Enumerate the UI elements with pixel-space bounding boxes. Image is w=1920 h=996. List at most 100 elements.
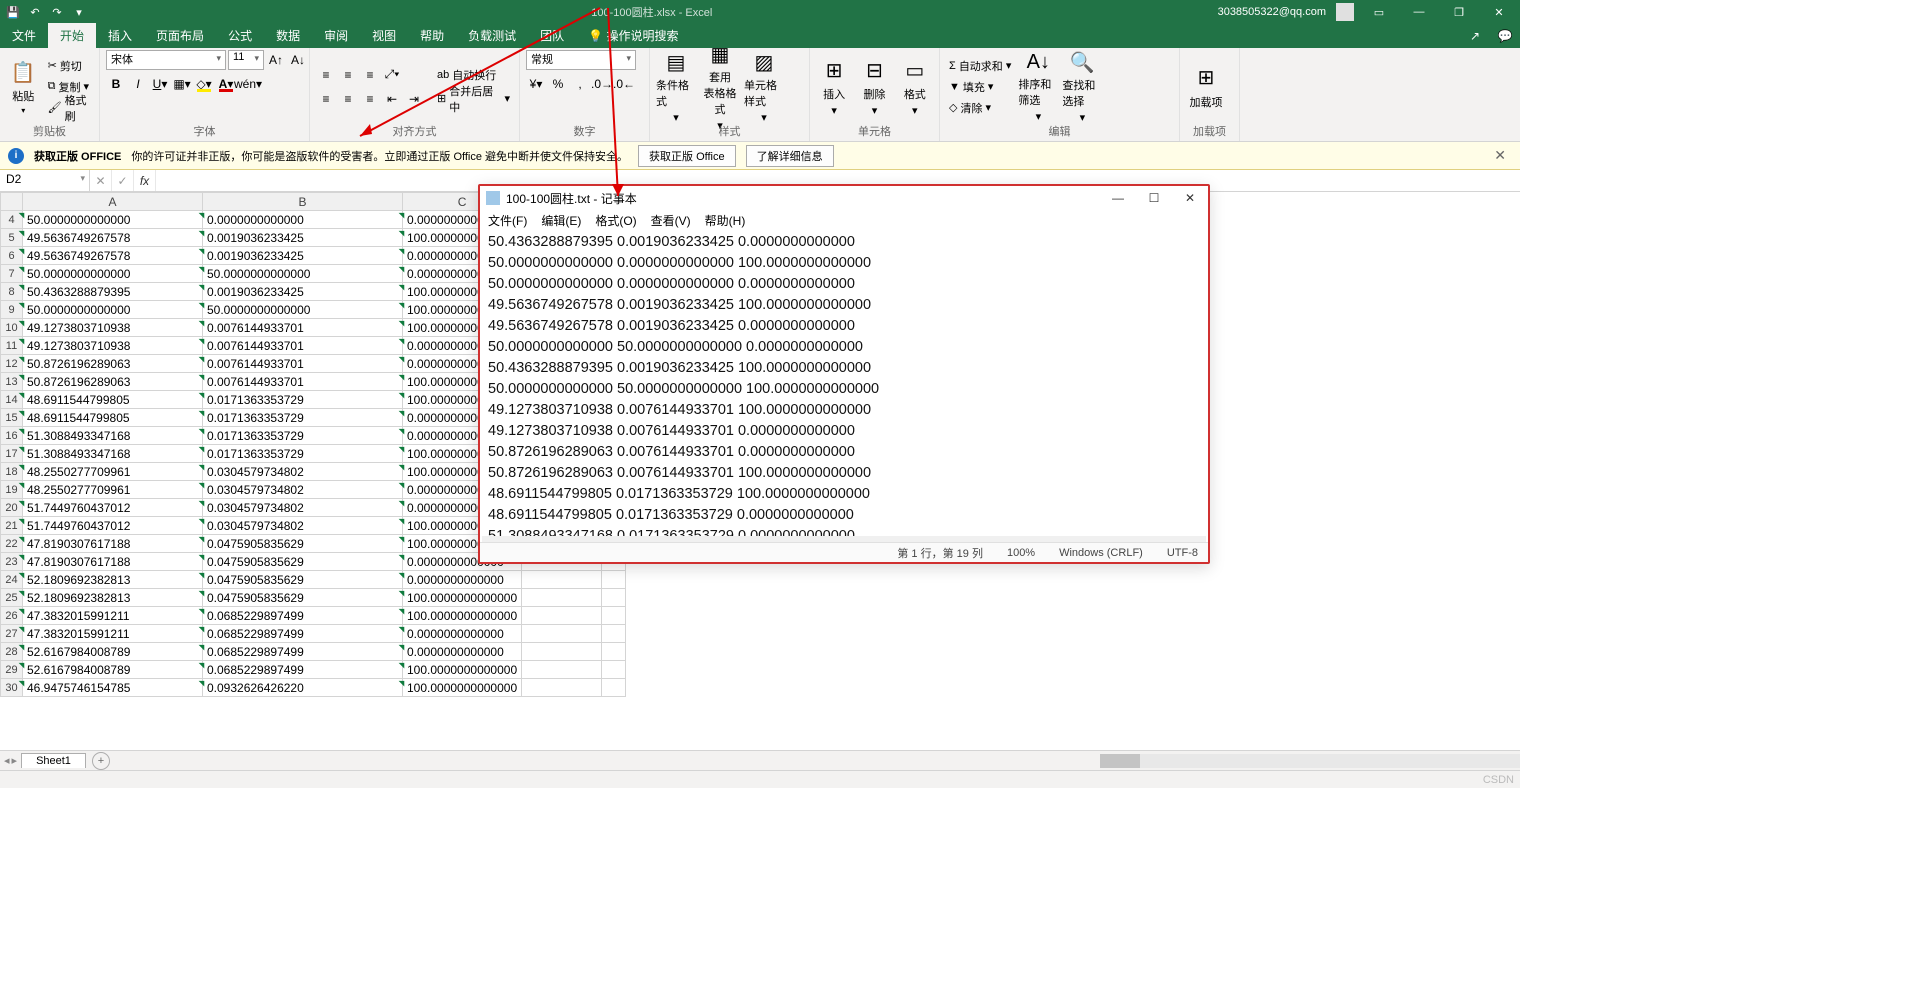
share-icon[interactable]: ↗ [1460,24,1490,48]
border-button[interactable]: ▦▾ [172,74,192,94]
tab-file[interactable]: 文件 [0,23,48,48]
conditional-format-button[interactable]: ▤条件格式▾ [656,54,696,120]
redo-icon[interactable]: ↷ [50,5,64,19]
ribbon-display-icon[interactable]: ▭ [1364,0,1394,24]
orientation-icon[interactable]: ⤢▾ [382,65,402,85]
notepad-minimize-icon[interactable]: — [1100,186,1136,210]
cell-A12[interactable]: 50.8726196289063 [23,355,203,373]
cell-A5[interactable]: 49.5636749267578 [23,229,203,247]
currency-icon[interactable]: ¥▾ [526,74,546,94]
cell-D26[interactable] [522,607,602,625]
merge-center-button[interactable]: ⊞ 合并后居中 ▾ [434,89,513,109]
increase-indent-icon[interactable]: ⇥ [404,89,424,109]
cell-B21[interactable]: 0.0304579734802 [203,517,403,535]
cell-B28[interactable]: 0.0685229897499 [203,643,403,661]
add-sheet-button[interactable]: + [92,752,110,770]
autosum-button[interactable]: Σ 自动求和 ▾ [946,56,1014,76]
cell-A26[interactable]: 47.3832015991211 [23,607,203,625]
cell-A19[interactable]: 48.2550277709961 [23,481,203,499]
cell-E25[interactable] [602,589,626,607]
sort-filter-button[interactable]: A↓排序和筛选▾ [1018,54,1058,120]
cell-B4[interactable]: 0.0000000000000 [203,211,403,229]
tab-data[interactable]: 数据 [264,23,312,48]
cell-B6[interactable]: 0.0019036233425 [203,247,403,265]
cell-B26[interactable]: 0.0685229897499 [203,607,403,625]
notepad-menu-edit[interactable]: 编辑(E) [541,212,581,229]
cell-B18[interactable]: 0.0304579734802 [203,463,403,481]
tab-review[interactable]: 审阅 [312,23,360,48]
delete-cells-button[interactable]: ⊟删除▾ [856,54,892,120]
cell-B30[interactable]: 0.0932626426220 [203,679,403,697]
notepad-menu-help[interactable]: 帮助(H) [705,212,746,229]
cell-E26[interactable] [602,607,626,625]
increase-font-icon[interactable]: A↑ [266,50,286,70]
cell-A6[interactable]: 49.5636749267578 [23,247,203,265]
tab-layout[interactable]: 页面布局 [144,23,216,48]
cell-A7[interactable]: 50.0000000000000 [23,265,203,283]
cell-A23[interactable]: 47.8190307617188 [23,553,203,571]
italic-button[interactable]: I [128,74,148,94]
cell-B12[interactable]: 0.0076144933701 [203,355,403,373]
bold-button[interactable]: B [106,74,126,94]
cell-D24[interactable] [522,571,602,589]
cell-B19[interactable]: 0.0304579734802 [203,481,403,499]
select-all-corner[interactable] [1,193,23,211]
cell-B27[interactable]: 0.0685229897499 [203,625,403,643]
notepad-window[interactable]: 100-100圆柱.txt - 记事本 — ☐ ✕ 文件(F) 编辑(E) 格式… [478,184,1210,564]
cell-B22[interactable]: 0.0475905835629 [203,535,403,553]
tab-formulas[interactable]: 公式 [216,23,264,48]
align-bottom-icon[interactable]: ≡ [360,65,380,85]
cell-B13[interactable]: 0.0076144933701 [203,373,403,391]
sheet-tab[interactable]: Sheet1 [21,753,86,768]
find-select-button[interactable]: 🔍查找和选择▾ [1062,54,1102,120]
cell-A4[interactable]: 50.0000000000000 [23,211,203,229]
underline-button[interactable]: U▾ [150,74,170,94]
avatar[interactable] [1336,3,1354,21]
notepad-menu-file[interactable]: 文件(F) [488,212,527,229]
sheet-nav-first-icon[interactable]: ◂ [4,754,10,767]
decrease-font-icon[interactable]: A↓ [288,50,308,70]
cell-B16[interactable]: 0.0171363353729 [203,427,403,445]
cell-A25[interactable]: 52.1809692382813 [23,589,203,607]
cell-E29[interactable] [602,661,626,679]
cut-button[interactable]: ✂ 剪切 [45,56,93,76]
cell-B17[interactable]: 0.0171363353729 [203,445,403,463]
cell-E24[interactable] [602,571,626,589]
cell-C28[interactable]: 0.0000000000000 [403,643,522,661]
cancel-formula-icon[interactable]: ✕ [90,170,112,191]
cell-D25[interactable] [522,589,602,607]
comments-icon[interactable]: 💬 [1490,24,1520,48]
cell-A30[interactable]: 46.9475746154785 [23,679,203,697]
paste-button[interactable]: 📋粘贴▾ [6,54,41,120]
font-size-select[interactable]: 11 [228,50,264,70]
number-format-select[interactable]: 常规 [526,50,636,70]
save-icon[interactable]: 💾 [6,5,20,19]
wrap-text-button[interactable]: ab 自动换行 [434,65,513,85]
cell-A21[interactable]: 51.7449760437012 [23,517,203,535]
percent-icon[interactable]: % [548,74,568,94]
clear-button[interactable]: ◇ 清除 ▾ [946,98,1014,118]
cell-B24[interactable]: 0.0475905835629 [203,571,403,589]
enter-formula-icon[interactable]: ✓ [112,170,134,191]
cell-A27[interactable]: 47.3832015991211 [23,625,203,643]
cell-A8[interactable]: 50.4363288879395 [23,283,203,301]
cell-styles-button[interactable]: ▨单元格样式▾ [744,54,784,120]
cell-D28[interactable] [522,643,602,661]
notepad-maximize-icon[interactable]: ☐ [1136,186,1172,210]
cell-E27[interactable] [602,625,626,643]
tab-loadtest[interactable]: 负载测试 [456,23,528,48]
get-genuine-button[interactable]: 获取正版 Office [638,145,736,167]
tab-insert[interactable]: 插入 [96,23,144,48]
cell-C24[interactable]: 0.0000000000000 [403,571,522,589]
cell-C27[interactable]: 0.0000000000000 [403,625,522,643]
cell-A16[interactable]: 51.3088493347168 [23,427,203,445]
notepad-menu-view[interactable]: 查看(V) [651,212,691,229]
cell-B5[interactable]: 0.0019036233425 [203,229,403,247]
cell-A29[interactable]: 52.6167984008789 [23,661,203,679]
format-painter-button[interactable]: 🖌 格式刷 [45,98,93,118]
addins-button[interactable]: ⊞加载项 [1186,54,1226,120]
decrease-indent-icon[interactable]: ⇤ [382,89,402,109]
cell-B9[interactable]: 50.0000000000000 [203,301,403,319]
cell-A13[interactable]: 50.8726196289063 [23,373,203,391]
cell-A17[interactable]: 51.3088493347168 [23,445,203,463]
